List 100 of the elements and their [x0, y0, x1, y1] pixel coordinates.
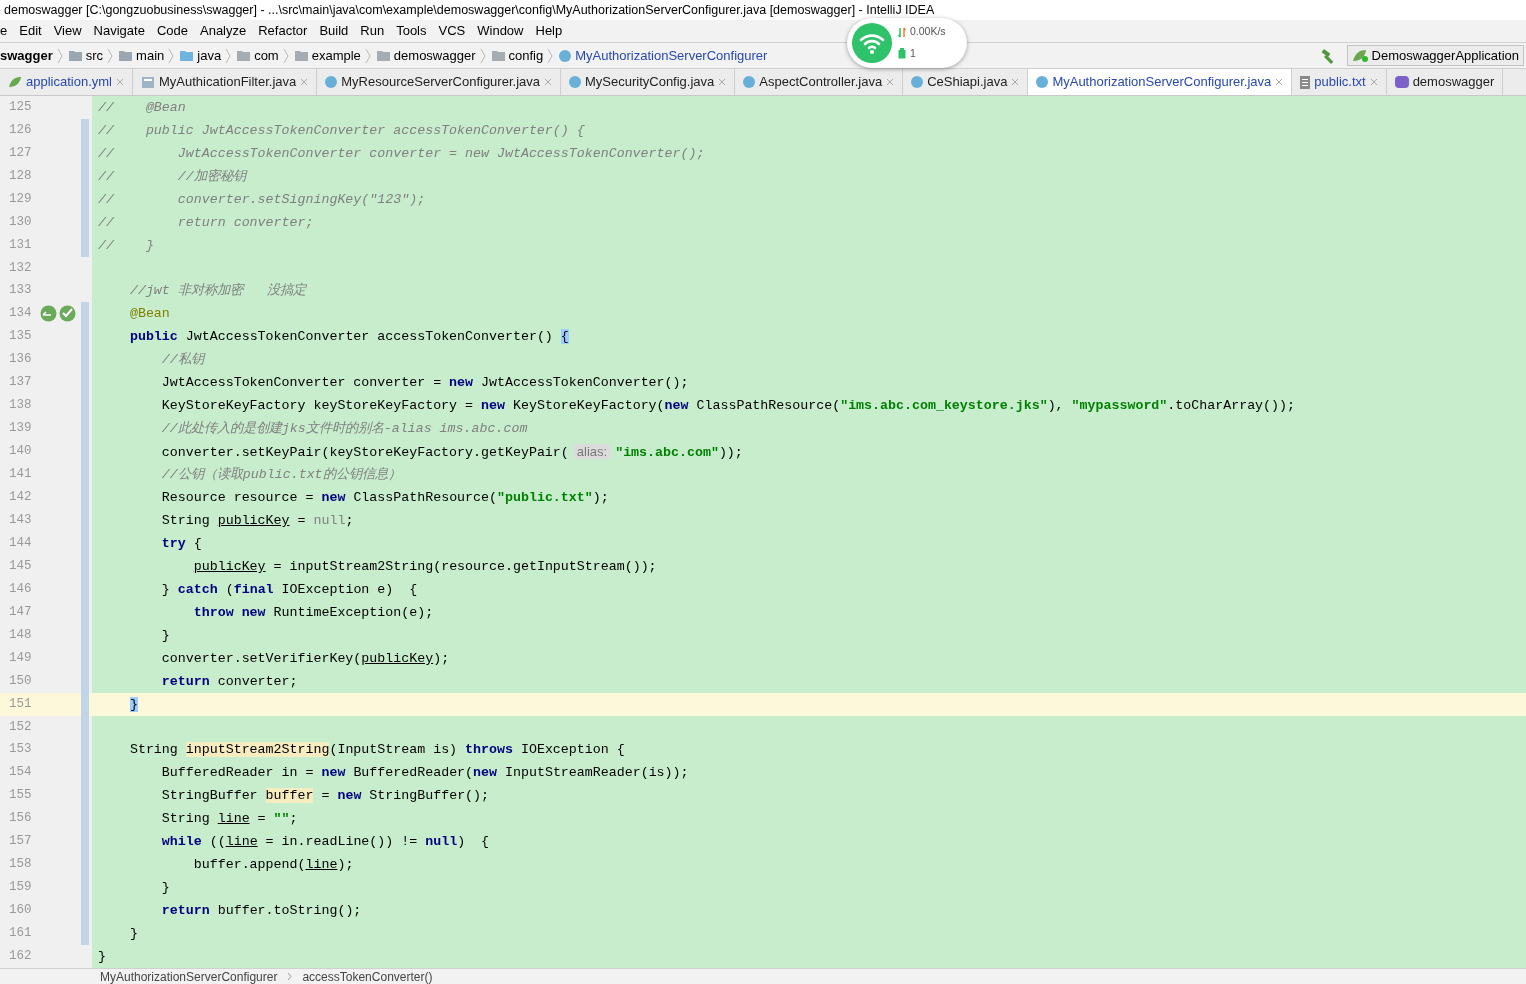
line-number: 161 — [8, 925, 33, 943]
code-line: return converter; — [160, 673, 298, 691]
code-line: return buffer.toString(); — [160, 902, 362, 920]
line-number: 160 — [8, 902, 33, 920]
tab-label: MySecurityConfig.java — [585, 73, 715, 92]
tab-label: demoswagger — [1412, 73, 1495, 92]
menu-item[interactable]: e — [0, 21, 8, 41]
close-icon[interactable] — [1275, 78, 1284, 86]
close-icon[interactable] — [116, 78, 124, 86]
class-icon — [325, 76, 338, 88]
code-line: // } — [98, 237, 154, 255]
menu-item[interactable]: Edit — [19, 21, 42, 41]
line-number: 131 — [8, 237, 33, 255]
breadcrumb-item[interactable]: MyAuthorizationServerConfigurer — [575, 45, 768, 66]
chevron-icon — [287, 972, 293, 981]
network-speed: 0.00K/s — [910, 24, 946, 40]
menu-item[interactable]: Tools — [396, 21, 427, 41]
code-line: String inputStream2String(InputStream is) throws IOException { — [128, 741, 625, 759]
line-number: 153 — [8, 741, 33, 759]
breadcrumb-item[interactable]: config — [508, 45, 544, 66]
close-icon[interactable] — [1369, 78, 1378, 86]
leaf-icon — [1351, 49, 1368, 62]
structure-breadcrumb[interactable]: MyAuthorizationServerConfigurer — [100, 969, 278, 984]
chevron-icon — [225, 47, 232, 64]
editor-tab[interactable]: MyAuthorizationServerConfigurer.java — [1028, 69, 1293, 95]
code-line: // //加密秘钥 — [98, 168, 246, 186]
breadcrumb-item[interactable]: src — [85, 45, 104, 66]
code-line: // JwtAccessTokenConverter converter = new JwtAccessTokenConverter(); — [98, 145, 705, 163]
tab-label: MyAuthorizationServerConfigurer.java — [1052, 73, 1272, 92]
code-line: public JwtAccessTokenConverter accessTokenConverter() { — [128, 328, 569, 346]
menu-item[interactable]: Refactor — [258, 21, 308, 41]
class-icon — [1036, 76, 1049, 88]
code-line: @Bean — [128, 305, 170, 323]
close-icon[interactable] — [718, 78, 727, 86]
window-title: demoswagger [C:\gongzuobusiness\swagger] - ...\src\main\java\com\example\demoswagger\config\MyAuthorizationServerConfigurer.java [demoswagger] - IntelliJ IDEA — [4, 1, 935, 19]
bean-check-icon[interactable] — [59, 305, 76, 322]
device-icon — [898, 48, 906, 60]
breadcrumb-item[interactable]: java — [197, 45, 222, 66]
line-number: 132 — [8, 259, 33, 277]
bean-icon[interactable] — [40, 305, 57, 322]
close-icon[interactable] — [300, 78, 309, 86]
line-number: 136 — [8, 351, 33, 369]
menu-item[interactable]: Navigate — [93, 21, 145, 41]
menu-item[interactable]: Build — [319, 21, 349, 41]
code-line: try { — [160, 535, 202, 553]
line-number: 128 — [8, 168, 33, 186]
chevron-icon — [547, 47, 554, 64]
close-icon[interactable] — [544, 78, 552, 86]
line-number: 145 — [8, 558, 33, 576]
line-number: 140 — [8, 443, 33, 461]
tab-label: MyAuthicationFilter.java — [159, 73, 297, 92]
file-icon — [141, 75, 155, 89]
menu-item[interactable]: Help — [535, 21, 563, 41]
folder-icon — [180, 50, 194, 61]
code-line: publicKey = inputStream2String(resource.getInputStream()); — [192, 558, 657, 576]
line-number: 157 — [8, 833, 33, 851]
breadcrumb-item[interactable]: example — [311, 45, 361, 66]
breadcrumb-item[interactable]: main — [136, 45, 165, 66]
breadcrumb-item[interactable]: demoswagger — [393, 45, 476, 66]
menu-item[interactable]: VCS — [438, 21, 466, 41]
code-line: } — [98, 948, 106, 966]
close-icon[interactable] — [1011, 78, 1020, 86]
menu-item[interactable]: Analyze — [200, 21, 247, 41]
line-number: 152 — [8, 718, 33, 736]
menu-item[interactable]: Code — [156, 21, 188, 41]
line-number: 139 — [8, 420, 33, 438]
code-line: converter.setVerifierKey(publicKey); — [160, 650, 450, 668]
wifi-icon — [852, 23, 892, 63]
code-line: BufferedReader in = new BufferedReader(new InputStreamReader(is)); — [160, 764, 689, 782]
line-number: 151 — [8, 696, 33, 714]
line-number: 159 — [8, 879, 33, 897]
line-number: 141 — [8, 466, 33, 484]
menu-item[interactable]: View — [53, 21, 82, 41]
line-number: 142 — [8, 489, 33, 507]
line-number: 147 — [8, 604, 33, 622]
code-line: Resource resource = new ClassPathResource("public.txt"); — [160, 489, 609, 507]
breadcrumb-item[interactable]: com — [254, 45, 279, 66]
menu-item[interactable]: Run — [360, 21, 385, 41]
code-line: while ((line = in.readLine()) != null) { — [160, 833, 490, 851]
close-icon[interactable] — [886, 78, 895, 86]
tab-label: application.yml — [26, 73, 112, 92]
code-line: KeyStoreKeyFactory keyStoreKeyFactory = new KeyStoreKeyFactory(new ClassPathResource("ims.abc.com_keystore.jks"), "mypassword".toCharArray()); — [160, 397, 1295, 415]
code-line: //此处传入的是创建jks文件时的别名-alias ims.abc.com — [160, 420, 528, 438]
menu-item[interactable]: Window — [477, 21, 524, 41]
code-line: String publicKey = null; — [160, 512, 354, 530]
chevron-icon — [364, 47, 371, 64]
line-number: 127 — [8, 145, 33, 163]
class-icon — [559, 49, 572, 62]
code-line: //公钥（读取public.txt的公钥信息） — [160, 466, 401, 484]
tab-label: public.txt — [1314, 73, 1366, 92]
line-number: 125 — [8, 99, 33, 117]
folder-icon — [119, 50, 133, 61]
line-number: 150 — [8, 673, 33, 691]
tab-label: AspectController.java — [759, 73, 883, 92]
structure-breadcrumb[interactable]: accessTokenConverter() — [302, 969, 433, 984]
breadcrumb-item[interactable]: swagger — [0, 45, 53, 66]
class-icon — [911, 76, 924, 88]
chevron-icon — [479, 47, 486, 64]
run-configuration-dropdown[interactable]: DemoswaggerApplication — [1346, 45, 1524, 66]
code-line: buffer.append(line); — [192, 856, 354, 874]
